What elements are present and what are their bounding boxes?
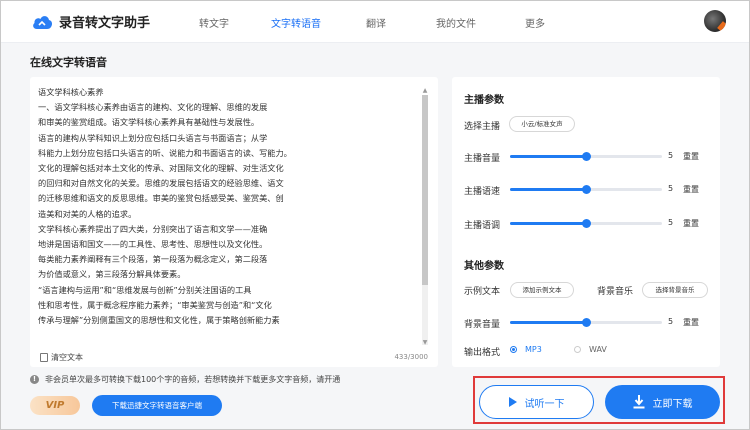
preview-listen-button[interactable]: 试听一下 (479, 385, 594, 419)
download-icon (633, 395, 644, 409)
nav-more[interactable]: 更多 (525, 15, 545, 30)
editor-text-line: 一、语文学科核心素养由语言的建构、文化的理解、思维的发展 (38, 102, 268, 113)
speed-value: 5 (668, 184, 674, 193)
nav-my-files[interactable]: 我的文件 (436, 15, 476, 30)
format-wav-radio[interactable]: WAV (574, 345, 607, 354)
scrollbar-thumb[interactable] (422, 95, 428, 285)
host-params-title: 主播参数 (464, 95, 504, 106)
download-client-button[interactable]: 下载迅捷文字转语音客户端 (92, 395, 222, 416)
volume-slider-handle[interactable] (581, 152, 591, 161)
format-mp3-radio[interactable]: MP3 (510, 345, 542, 354)
editor-text-line: 每类能力素养阐释有三个段落，第一段落为概念定义，第二段落 (38, 254, 268, 265)
top-navigation-bar: 录音转文字助手 转文字 文字转语音 翻译 我的文件 更多 (1, 1, 749, 43)
editor-text-line: 和审美的鉴赏组成。语文学科核心素养具有基础性与发展性。 (38, 117, 260, 128)
download-now-label: 立即下载 (652, 398, 693, 410)
nav-transcribe[interactable]: 转文字 (199, 15, 229, 30)
scroll-down-arrow-icon[interactable]: ▼ (422, 339, 428, 347)
editor-text-line: 造美和对美的人格的追求。 (38, 208, 137, 219)
nav-text-to-speech[interactable]: 文字转语音 (271, 15, 321, 30)
play-icon (508, 397, 517, 407)
editor-text-line: 文化的理解包括对本土文化的传承、对国际文化的理解、对生活文化 (38, 163, 284, 174)
other-params-title: 其他参数 (464, 261, 504, 272)
pitch-slider-handle[interactable] (581, 219, 591, 228)
vip-badge-button[interactable]: VIP (30, 396, 80, 415)
format-mp3-label: MP3 (525, 345, 542, 354)
settings-panel: 主播参数 选择主播 小云/标准女声 主播音量 5 重置 主播语速 5 重置 主播… (452, 77, 720, 367)
pitch-slider-fill (510, 222, 586, 225)
pitch-label: 主播语调 (464, 221, 501, 231)
text-input-area[interactable]: 语文学科核心素养一、语文学科核心素养由语言的建构、文化的理解、思维的发展 和审美的… (38, 85, 420, 343)
volume-slider[interactable] (510, 152, 662, 161)
format-wav-label: WAV (589, 345, 607, 354)
member-notice: ! 非会员单次最多可转换下载100个字的音频，若想转换并下载更多文字音频，请开通 (30, 374, 340, 385)
download-now-button[interactable]: 立即下载 (605, 385, 720, 419)
bg-volume-value: 5 (668, 317, 674, 326)
volume-slider-fill (510, 155, 586, 158)
clear-text-label: 清空文本 (51, 353, 83, 362)
editor-text-line: 语文学科核心素养 (38, 87, 104, 97)
text-editor-panel: 语文学科核心素养一、语文学科核心素养由语言的建构、文化的理解、思维的发展 和审美的… (30, 77, 438, 367)
select-host-label: 选择主播 (464, 122, 501, 132)
clear-text-button[interactable]: 清空文本 (40, 352, 83, 363)
info-icon: ! (30, 375, 39, 384)
bg-volume-label: 背景音量 (464, 320, 501, 330)
volume-value: 5 (668, 151, 674, 160)
user-avatar[interactable] (704, 10, 726, 32)
editor-text-line: 语言的建构从学科知识上划分应包括口头语言与书面语言；从学 (38, 132, 268, 143)
host-select-button[interactable]: 小云/标准女声 (509, 116, 575, 132)
editor-text-line: 性和思考性，属于概念程序能力素养；“审美鉴赏与创造”和“文化 (38, 299, 272, 310)
volume-label: 主播音量 (464, 154, 501, 164)
editor-text-line: “语言建构与运用”和“思维发展与创新”分别关注国语的工具 (38, 284, 252, 295)
editor-text-line: 传承与理解”分别侧重国文的思想性和文化性，属于策略创新能力素 (38, 315, 280, 326)
pitch-slider[interactable] (510, 219, 662, 228)
speed-reset-button[interactable]: 重置 (683, 184, 699, 195)
editor-text-line: 的迁移思维和语文的反思思维。审美的鉴赏包括感受美、鉴赏美、创 (38, 193, 284, 204)
bgm-label: 背景音乐 (597, 287, 634, 297)
pitch-reset-button[interactable]: 重置 (683, 218, 699, 229)
bg-volume-slider[interactable] (510, 318, 662, 327)
editor-text-line: 文学科核心素养提出了四大类，分别突出了语言和文学——准确 (38, 223, 268, 234)
scroll-up-arrow-icon[interactable]: ▲ (422, 87, 428, 95)
editor-text-line: 为价值或意义，第三段落分解具体要素。 (38, 269, 186, 280)
add-example-text-button[interactable]: 添加示例文本 (510, 282, 574, 298)
example-text-label: 示例文本 (464, 287, 501, 297)
editor-text-line: 地讲是国语和国文——的工具性、思考性、思想性以及文化性。 (38, 239, 268, 250)
speed-slider[interactable] (510, 185, 662, 194)
editor-scrollbar[interactable] (422, 95, 428, 345)
radio-unselected-icon (574, 346, 581, 353)
speed-slider-fill (510, 188, 586, 191)
notice-text: 非会员单次最多可转换下载100个字的音频，若想转换并下载更多文字音频，请开通 (45, 375, 341, 384)
select-bgm-button[interactable]: 选择背景音乐 (642, 282, 708, 298)
volume-reset-button[interactable]: 重置 (683, 151, 699, 162)
bg-volume-slider-fill (510, 321, 586, 324)
editor-text-line: 科能力上划分应包括口头语言的听、说能力和书面语言的读、写能力。 (38, 147, 292, 158)
app-logo[interactable]: 录音转文字助手 (31, 12, 150, 31)
radio-selected-icon (510, 346, 517, 353)
trash-icon (40, 353, 48, 362)
pitch-value: 5 (668, 218, 674, 227)
bg-volume-reset-button[interactable]: 重置 (683, 317, 699, 328)
preview-listen-label: 试听一下 (524, 398, 565, 410)
speed-label: 主播语速 (464, 187, 501, 197)
page-title: 在线文字转语音 (30, 56, 107, 69)
cloud-logo-icon (33, 15, 53, 29)
nav-translate[interactable]: 翻译 (366, 15, 386, 30)
editor-text-line: 的回归和对自然文化的关爱。思维的发展包括语文的经验思维、语文 (38, 178, 284, 189)
speed-slider-handle[interactable] (581, 185, 591, 194)
output-format-label: 输出格式 (464, 348, 501, 358)
app-name: 录音转文字助手 (59, 16, 151, 31)
character-count: 433/3000 (394, 353, 428, 361)
bg-volume-slider-handle[interactable] (581, 318, 591, 327)
